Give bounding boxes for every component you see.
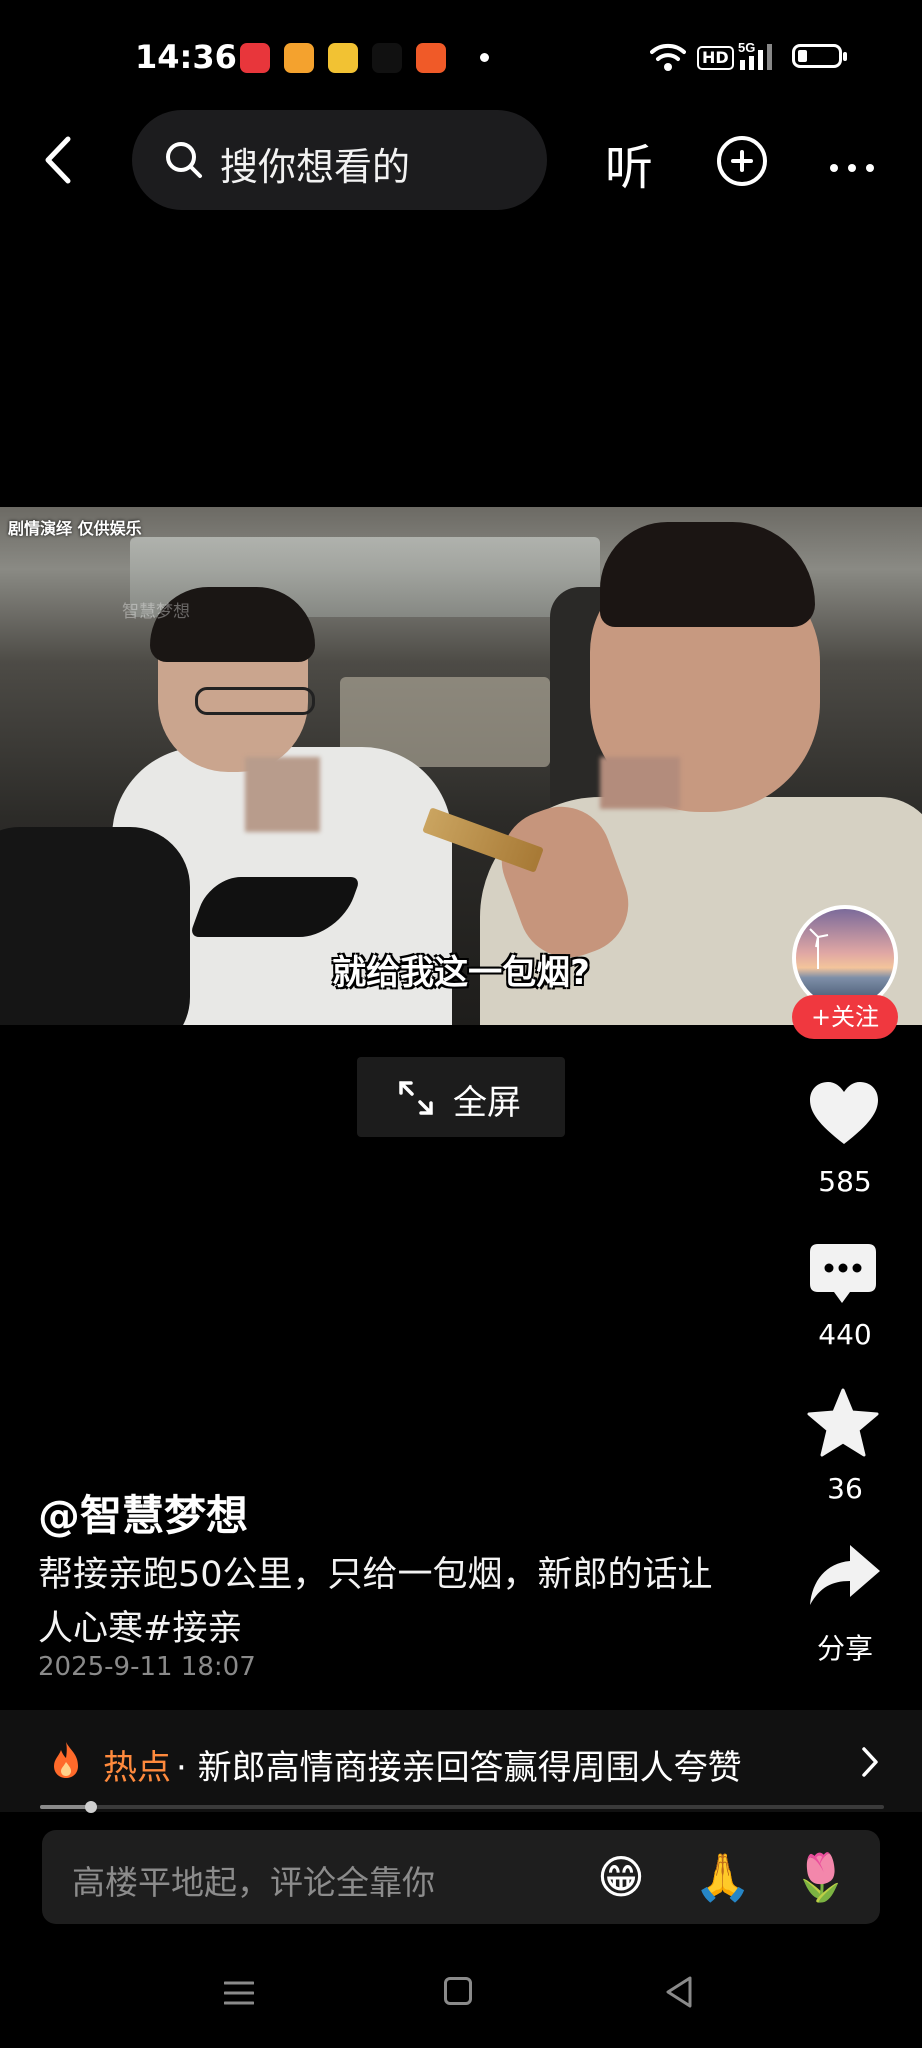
search-placeholder: 搜你想看的 [220, 145, 411, 189]
add-button[interactable] [717, 136, 767, 186]
signal-label: 5G [738, 40, 755, 55]
favorite-button[interactable] [807, 1388, 879, 1458]
video-play-app-icon [416, 43, 446, 73]
notification-dot [480, 53, 489, 62]
flower-emoji-button[interactable]: 🌷 [792, 1850, 849, 1904]
fullscreen-label: 全屏 [453, 1083, 521, 1123]
search-icon [166, 142, 202, 178]
toutiao-app-icon [240, 43, 270, 73]
hot-label: 热点 [103, 1748, 171, 1788]
comment-input[interactable]: 高楼平地起，评论全靠你 😁 🙏 🌷 [42, 1830, 880, 1924]
hd-badge: HD [697, 46, 734, 70]
author-name[interactable]: @智慧梦想 [38, 1482, 248, 1543]
favorite-count: 36 [827, 1472, 863, 1505]
home-button[interactable] [444, 1977, 472, 2005]
video-watermark: 智慧梦想 [122, 602, 190, 622]
wifi-icon [650, 43, 686, 71]
more-options-button[interactable] [830, 157, 884, 176]
comment-count: 440 [818, 1318, 872, 1351]
fullscreen-button[interactable]: 全屏 [357, 1057, 565, 1137]
status-time: 14:36 [135, 38, 237, 76]
video-player[interactable]: 剧情演绎 仅供娱乐 智慧梦想 就给我这一包烟? [0, 507, 922, 1025]
share-label: 分享 [816, 1632, 873, 1665]
hot-topic-bar[interactable]: 热点 · 新郎高情商接亲回答赢得周围人夸赞 [0, 1710, 922, 1812]
grin-emoji-button[interactable]: 😁 [597, 1850, 645, 1904]
progress-knob[interactable] [85, 1801, 97, 1813]
heart-app-icon [328, 43, 358, 73]
expand-icon [399, 1081, 433, 1115]
video-subtitle: 就给我这一包烟? [332, 953, 590, 993]
share-button[interactable] [808, 1543, 882, 1609]
post-date: 2025-9-11 18:07 [38, 1652, 256, 1682]
windmill-icon [809, 928, 829, 969]
battery-icon [792, 44, 847, 68]
fire-icon [54, 1742, 78, 1778]
face-blur [600, 757, 680, 809]
back-button[interactable] [40, 135, 80, 185]
search-input[interactable]: 搜你想看的 [132, 110, 547, 210]
comment-placeholder: 高楼平地起，评论全靠你 [72, 1863, 435, 1902]
listen-button[interactable]: 听 [605, 128, 653, 198]
signal-icon: 5G [738, 40, 772, 70]
bilibili-app-icon [284, 43, 314, 73]
progress-fill [40, 1805, 91, 1809]
video-caption: 帮接亲跑50公里，只给一包烟，新郎的话让人心寒#接亲 [38, 1555, 713, 1649]
system-back-icon[interactable] [664, 1976, 694, 2008]
pray-emoji-button[interactable]: 🙏 [694, 1850, 751, 1904]
comment-button[interactable] [808, 1242, 878, 1306]
follow-button[interactable]: +关注 [792, 995, 898, 1039]
video-disclaimer: 剧情演绎 仅供娱乐 [8, 519, 142, 538]
menu-icon[interactable] [224, 1978, 254, 2008]
video-progress-bar[interactable] [40, 1801, 884, 1813]
like-count: 585 [818, 1165, 872, 1198]
chevron-right-icon [862, 1747, 878, 1777]
hot-topic-text: · 新郎高情商接亲回答赢得周围人夸赞 [176, 1748, 742, 1788]
tiktok-app-icon [372, 43, 402, 73]
face-blur [245, 757, 320, 832]
like-button[interactable] [808, 1080, 880, 1146]
